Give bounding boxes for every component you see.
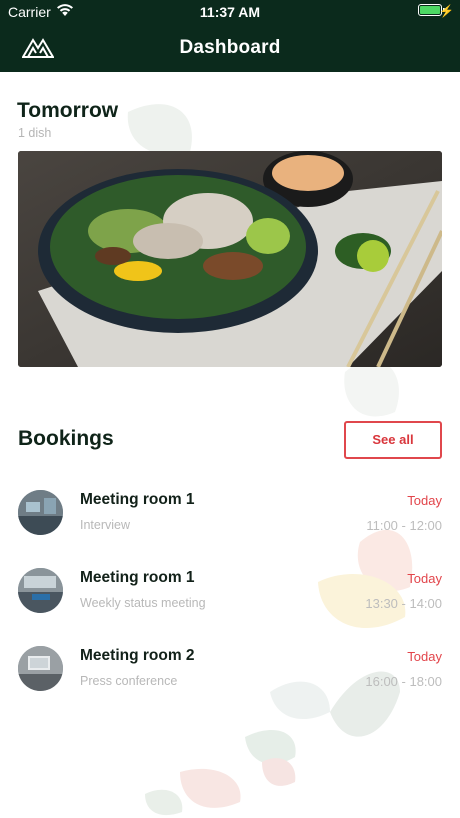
booking-day: Today — [407, 649, 442, 664]
status-clock: 11:37 AM — [199, 4, 261, 20]
bookings-heading: Bookings — [18, 427, 114, 450]
booking-description: Weekly status meeting — [80, 596, 206, 610]
room-photo-avatar — [18, 490, 63, 535]
status-bar: Carrier 11:37 AM ⚡ — [0, 0, 460, 24]
page-title: Dashboard — [179, 37, 281, 58]
room-name: Meeting room 1 — [80, 569, 195, 586]
room-name: Meeting room 2 — [80, 647, 195, 664]
booking-time: 13:30 - 14:00 — [365, 596, 442, 611]
booking-description: Interview — [80, 518, 131, 532]
booking-time: 11:00 - 12:00 — [366, 518, 442, 533]
room-photo-avatar — [18, 568, 63, 613]
room-name: Meeting room 1 — [80, 491, 195, 508]
dish-count: 1 dish — [18, 126, 52, 140]
booking-day: Today — [407, 493, 442, 508]
salad-illustration — [18, 151, 442, 367]
app-header: Carrier 11:37 AM ⚡ Dashboard — [0, 0, 460, 72]
booking-description: Press conference — [80, 674, 178, 688]
booking-item[interactable]: Meeting room 1 Weekly status meeting Tod… — [18, 568, 442, 616]
see-all-button[interactable]: See all — [344, 421, 442, 459]
dish-photo[interactable] — [18, 151, 442, 367]
charging-bolt-icon: ⚡ — [439, 4, 454, 18]
room-photo-avatar — [18, 646, 63, 691]
booking-item[interactable]: Meeting room 2 Press conference Today 16… — [18, 646, 442, 694]
booking-item[interactable]: Meeting room 1 Interview Today 11:00 - 1… — [18, 490, 442, 538]
booking-time: 16:00 - 18:00 — [365, 674, 442, 689]
tomorrow-heading: Tomorrow — [17, 99, 119, 122]
nav-bar: Dashboard — [0, 24, 460, 72]
booking-day: Today — [407, 571, 442, 586]
